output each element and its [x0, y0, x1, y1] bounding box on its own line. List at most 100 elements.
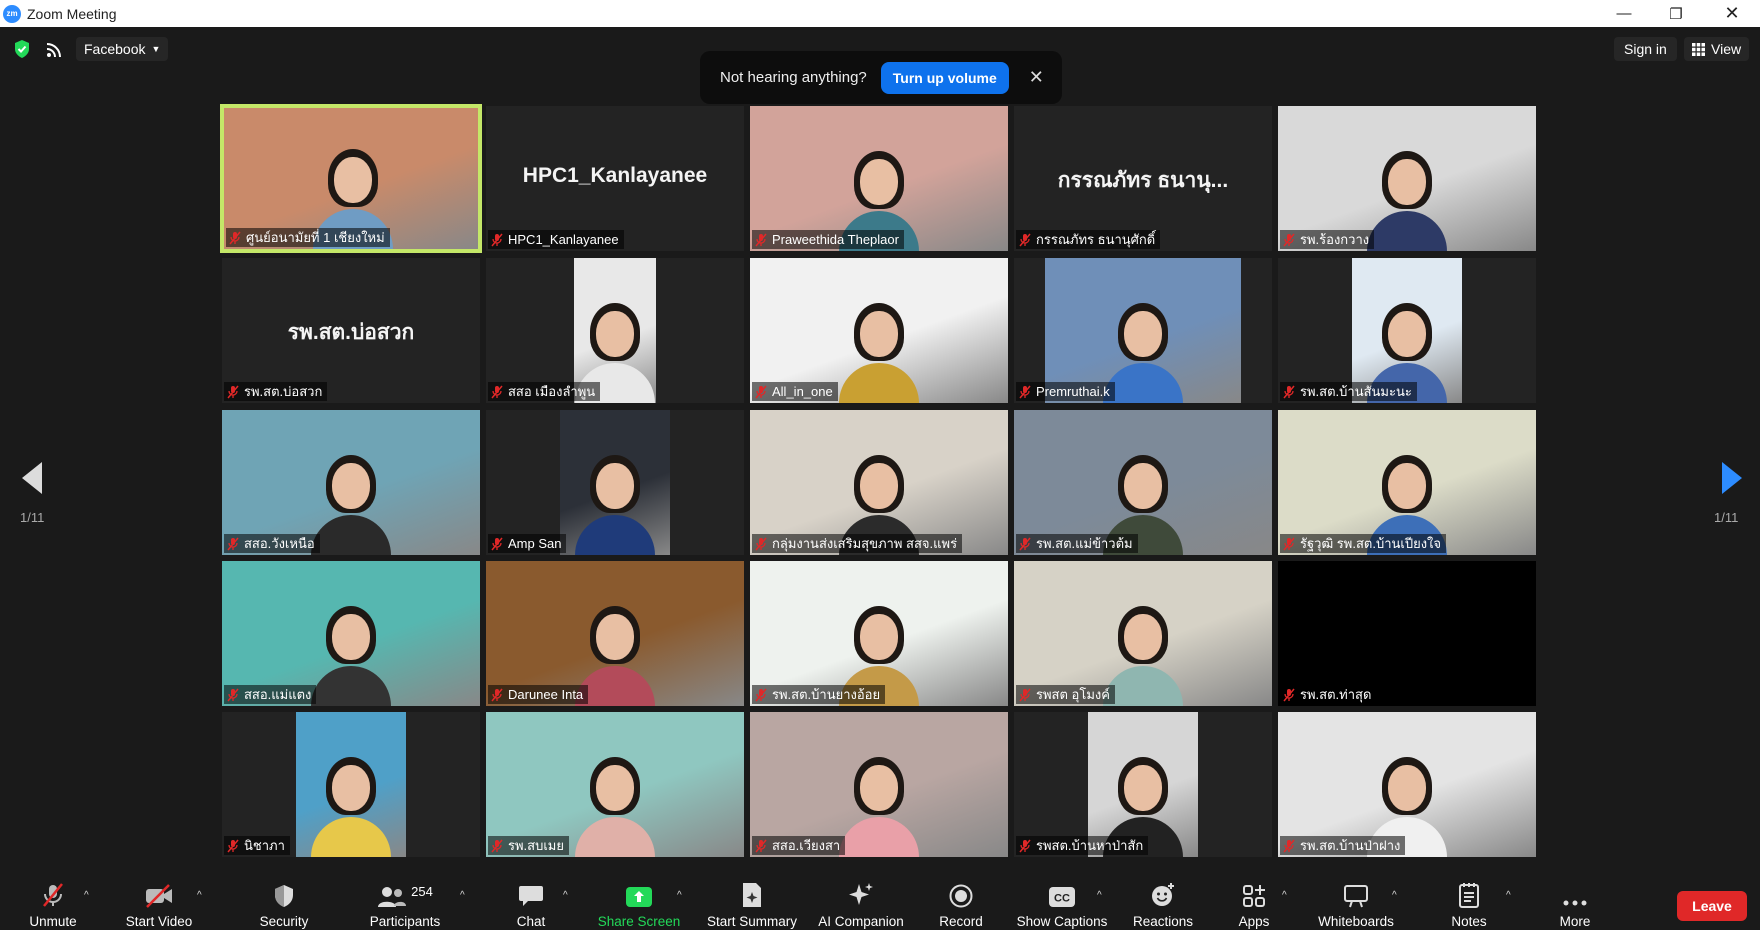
participant-figure: [834, 747, 924, 857]
participant-name-label: รัฐวุฒิ รพ.สต.บ้านเปียงใจ: [1280, 534, 1447, 553]
chevron-up-icon[interactable]: ^: [563, 890, 568, 901]
participant-name-label: All_in_one: [752, 382, 838, 401]
participant-display-name: HPC1_Kanlayanee: [522, 164, 708, 187]
participant-name-label: รพ.สต.แม่ข้าวต้ม: [1016, 534, 1138, 553]
participant-name-label: นิชาภา: [224, 836, 290, 855]
participant-name: นิชาภา: [244, 838, 285, 853]
record-button[interactable]: Record: [911, 882, 1011, 930]
record-icon: [949, 884, 973, 908]
view-button[interactable]: View: [1684, 37, 1750, 61]
turn-up-volume-button[interactable]: Turn up volume: [880, 61, 1009, 94]
participant-tile[interactable]: สสอ.วังเหนือ: [222, 410, 480, 555]
participant-tile[interactable]: รพ.ร้องกวาง: [1278, 106, 1536, 251]
participant-name-label: รพ.สต.บ้านสันมะนะ: [1280, 382, 1417, 401]
participant-name: รพ.สต.บ้านยางอ้อย: [772, 687, 881, 702]
participant-tile[interactable]: All_in_one: [750, 258, 1008, 403]
participants-count: 254: [411, 884, 433, 899]
microphone-muted-icon: [1283, 688, 1295, 701]
participant-tile[interactable]: รพ.สต.บ้านป่าฝาง: [1278, 712, 1536, 857]
next-page-arrow-icon[interactable]: [1722, 462, 1742, 494]
microphone-muted-icon: [227, 537, 239, 550]
participant-tile[interactable]: รพ.สต.ท่าสุด: [1278, 561, 1536, 706]
participant-tile[interactable]: สสอ เมืองลำพูน: [486, 258, 744, 403]
microphone-muted-icon: [1019, 688, 1031, 701]
participant-tile[interactable]: รัฐวุฒิ รพ.สต.บ้านเปียงใจ: [1278, 410, 1536, 555]
participant-name: รพ.สต.ท่าสุด: [1300, 687, 1372, 702]
previous-page-arrow-icon[interactable]: [22, 462, 42, 494]
participant-tile[interactable]: Praweethida Theplaor: [750, 106, 1008, 251]
participant-name: สสอ.แม่แตง: [244, 687, 312, 702]
participant-tile[interactable]: รพ.สต.บ่อสวก รพ.สต.บ่อสวก: [222, 258, 480, 403]
restore-button[interactable]: ❐: [1650, 0, 1702, 27]
security-button[interactable]: Security: [234, 882, 334, 930]
chevron-up-icon[interactable]: ^: [1097, 890, 1102, 901]
participant-tile[interactable]: รพสต.บ้านหาป่าสัก: [1014, 712, 1272, 857]
participant-tile[interactable]: ศูนย์อนามัยที่ 1 เชียงใหม่: [220, 104, 482, 253]
livestream-platform-dropdown[interactable]: Facebook ▼: [76, 37, 169, 61]
participant-tile[interactable]: Amp San: [486, 410, 744, 555]
chevron-up-icon[interactable]: ^: [677, 890, 682, 901]
audio-notice-banner: Not hearing anything? Turn up volume ✕: [700, 51, 1062, 104]
ai-companion-label: AI Companion: [818, 914, 904, 929]
participant-tile[interactable]: นิชาภา: [222, 712, 480, 857]
chevron-up-icon[interactable]: ^: [1282, 890, 1287, 901]
close-icon[interactable]: ✕: [1029, 67, 1044, 88]
share-screen-button[interactable]: Share Screen: [589, 882, 689, 930]
microphone-muted-icon: [755, 839, 767, 852]
participant-name-label: สสอ.แม่แตง: [224, 685, 317, 704]
participant-name: รพ.สต.บ่อสวก: [244, 384, 323, 399]
whiteboards-button[interactable]: Whiteboards: [1306, 882, 1406, 930]
apps-button[interactable]: Apps: [1204, 882, 1304, 930]
participant-name-label: รพ.ร้องกวาง: [1280, 230, 1375, 249]
more-button[interactable]: More: [1525, 882, 1625, 930]
participant-tile[interactable]: รพ.สบเมย: [486, 712, 744, 857]
participant-tile[interactable]: กลุ่มงานส่งเสริมสุขภาพ สสจ.แพร่: [750, 410, 1008, 555]
participant-tile[interactable]: สสอ.เวียงสา: [750, 712, 1008, 857]
live-stream-icon[interactable]: [44, 40, 64, 60]
microphone-muted-icon: [43, 883, 63, 907]
participant-tile[interactable]: รพ.สต.บ้านยางอ้อย: [750, 561, 1008, 706]
share-screen-icon: [626, 887, 652, 907]
chevron-up-icon[interactable]: ^: [1392, 890, 1397, 901]
microphone-muted-icon: [1019, 537, 1031, 550]
audio-notice-message: Not hearing anything?: [720, 69, 867, 86]
participant-tile[interactable]: รพสต อุโมงค์: [1014, 561, 1272, 706]
participant-name: ศูนย์อนามัยที่ 1 เชียงใหม่: [246, 230, 385, 245]
sign-in-button[interactable]: Sign in: [1614, 37, 1677, 61]
encryption-shield-icon[interactable]: [12, 39, 32, 59]
participant-tile[interactable]: รพ.สต.บ้านสันมะนะ: [1278, 258, 1536, 403]
chevron-up-icon[interactable]: ^: [197, 890, 202, 901]
participant-name: รพ.ร้องกวาง: [1300, 232, 1370, 247]
chevron-up-icon[interactable]: ^: [1506, 890, 1511, 901]
participant-figure: [306, 596, 396, 706]
microphone-muted-icon: [755, 537, 767, 550]
microphone-muted-icon: [1283, 537, 1295, 550]
minimize-button[interactable]: —: [1598, 0, 1650, 27]
reactions-button[interactable]: Reactions: [1113, 882, 1213, 930]
microphone-muted-icon: [1019, 385, 1031, 398]
chat-label: Chat: [516, 914, 546, 929]
start-video-button[interactable]: Start Video: [109, 882, 209, 930]
leave-button[interactable]: Leave: [1677, 891, 1747, 921]
participant-tile[interactable]: Premruthai.k: [1014, 258, 1272, 403]
participants-button[interactable]: 254 Participants: [355, 882, 455, 930]
close-window-button[interactable]: ✕: [1706, 0, 1758, 27]
notes-button[interactable]: Notes: [1419, 882, 1519, 930]
show-captions-label: Show Captions: [1016, 914, 1108, 929]
chevron-up-icon[interactable]: ^: [460, 890, 465, 901]
participant-tile[interactable]: กรรณภัทร ธนานุ... กรรณภัทร ธนานุศักดิ์: [1014, 106, 1272, 251]
participant-name: สสอ.วังเหนือ: [244, 536, 315, 551]
microphone-muted-icon: [491, 839, 503, 852]
microphone-muted-icon: [1283, 233, 1295, 246]
participant-tile[interactable]: รพ.สต.แม่ข้าวต้ม: [1014, 410, 1272, 555]
participant-tile[interactable]: HPC1_Kanlayanee HPC1_Kanlayanee: [486, 106, 744, 251]
window-title: Zoom Meeting: [27, 5, 117, 22]
start-summary-button[interactable]: Start Summary: [702, 882, 802, 930]
ai-companion-button[interactable]: AI Companion: [811, 882, 911, 930]
participant-tile[interactable]: Darunee Inta: [486, 561, 744, 706]
notes-label: Notes: [1451, 914, 1487, 929]
chevron-up-icon[interactable]: ^: [84, 890, 89, 901]
microphone-muted-icon: [1283, 839, 1295, 852]
participant-name-label: HPC1_Kanlayanee: [488, 230, 624, 249]
participant-tile[interactable]: สสอ.แม่แตง: [222, 561, 480, 706]
